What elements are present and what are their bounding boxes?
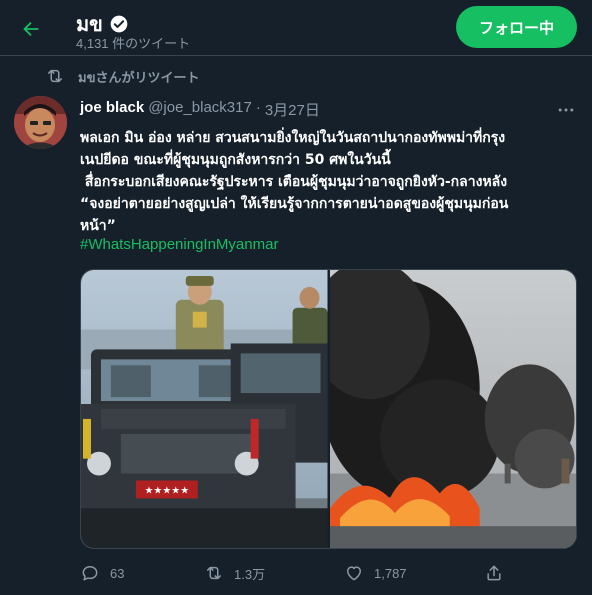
retweet-icon [207,566,221,580]
back-arrow-icon [23,21,39,37]
retweet-count: 1.3万 [234,566,266,582]
more-icon [558,108,574,112]
retweet-button[interactable]: 1.3万 [204,563,265,583]
like-count: 1,787 [374,565,407,581]
profile-header: มข 4,131 件のツイート フォロー中 [0,0,592,56]
parade-photo[interactable]: ★★★★★ [81,270,328,548]
tweet-actions: 63 1.3万 1,787 [80,563,580,587]
reply-button[interactable]: 63 [80,563,124,583]
retweet-icon [48,69,62,83]
tweet-text-line: สื่อกระบอกเสียงคณะรัฐประหาร เตือนผู้ชุมน… [80,174,508,190]
tweet-text-line: เนปยีดอ ขณะที่ผู้ชุมนุมถูกสังหารกว่า 50 … [80,152,391,168]
fire-smoke-photo[interactable] [329,270,576,548]
tweet-text-line: พลเอก มิน อ่อง หล่าย สวนสนามยิ่งใหญ่ในวั… [80,130,506,146]
reply-icon [82,566,98,581]
more-options-button[interactable] [554,98,578,122]
tweet-header: joe black @joe_black317 · 3月27日 [80,99,320,120]
tweet-count: 4,131 件のツイート [76,36,191,51]
author-name[interactable]: joe black [80,99,144,120]
author-handle[interactable]: @joe_black317 [148,99,252,120]
retweet-text[interactable]: มขさんがリツイート [78,67,199,88]
date-separator: · [255,99,261,116]
avatar[interactable] [14,96,67,149]
hashtag-link[interactable]: #WhatsHappeningInMyanmar [80,236,278,253]
tweet-media: ★★★★★ [80,269,577,549]
share-button[interactable] [484,563,504,583]
retweet-indicator: มขさんがリツイート [0,64,592,86]
tweet-text-line: หน้า” [80,218,116,234]
reply-count: 63 [110,565,125,581]
plate-stars: ★★★★★ [144,485,189,496]
back-button[interactable] [14,12,48,46]
tweet-text-line: “จงอย่าตายอย่างสูญเปล่า ให้เรียนรู้จากกา… [80,196,509,212]
tweet-text: พลเอก มิน อ่อง หล่าย สวนสนามยิ่งใหญ่ในวั… [80,127,580,237]
following-button[interactable]: フォロー中 [456,6,577,48]
verified-icon [110,15,128,33]
tweet-date[interactable]: 3月27日 [265,99,320,120]
share-icon [487,565,501,581]
like-button[interactable]: 1,787 [344,563,407,583]
like-icon [347,566,361,581]
